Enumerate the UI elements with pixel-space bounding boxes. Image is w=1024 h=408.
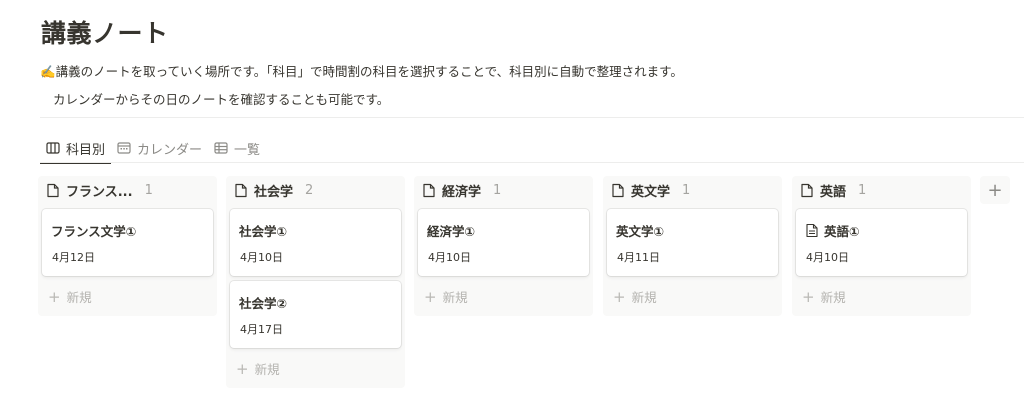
tab-label: 科目別 [66, 142, 106, 158]
tab-label: カレンダー [137, 142, 203, 158]
tab-calendar[interactable]: カレンダー [111, 133, 208, 163]
card-title: 英文学① [616, 224, 665, 239]
board-column: フランス... 1 フランス文学① 4月12日 + 新規 [38, 176, 217, 316]
card-date: 4月10日 [806, 251, 849, 264]
column-title: 社会学 [254, 184, 294, 200]
board-card[interactable]: 英文学① 4月11日 [607, 209, 778, 276]
card-title: 英語① [805, 221, 860, 240]
board-column: 英文学 1 英文学① 4月11日 + 新規 [603, 176, 782, 316]
board-card[interactable]: 社会学① 4月10日 [230, 209, 401, 276]
tab-by-subject[interactable]: 科目別 [40, 133, 112, 164]
new-label: 新規 [820, 290, 846, 305]
board-card[interactable]: 経済学① 4月10日 [418, 209, 589, 276]
board-column: 社会学 2 社会学① 4月10日 社会学② 4月17日 + 新規 [226, 176, 405, 388]
board-column: 経済学 1 経済学① 4月10日 + 新規 [414, 176, 593, 316]
document-icon [612, 183, 624, 197]
tab-list[interactable]: 一覧 [208, 133, 266, 163]
plus-icon: + [236, 359, 249, 378]
page-title: 講義ノート [41, 19, 169, 48]
card-date: 4月10日 [240, 251, 283, 264]
column-count: 1 [144, 182, 153, 198]
document-icon [47, 183, 59, 197]
new-card-button[interactable]: + 新規 [48, 287, 92, 306]
card-title: 社会学① [239, 224, 288, 239]
document-icon [423, 183, 435, 197]
plus-icon: + [802, 287, 815, 306]
card-title: 経済学① [427, 224, 476, 239]
card-date: 4月10日 [428, 251, 471, 264]
column-header[interactable]: 社会学 2 [226, 176, 405, 204]
view-tabs: 科目別 カレンダー 一覧 [40, 133, 266, 164]
column-title: フランス... [66, 184, 133, 200]
new-card-button[interactable]: + 新規 [802, 287, 846, 306]
card-title: 社会学② [239, 296, 288, 311]
column-header[interactable]: 英語 1 [792, 176, 971, 204]
card-date: 4月17日 [240, 323, 283, 336]
new-label: 新規 [442, 290, 468, 305]
column-header[interactable]: 経済学 1 [414, 176, 593, 204]
column-title: 英語 [820, 184, 847, 200]
board-columns-icon [46, 142, 60, 154]
new-card-button[interactable]: + 新規 [424, 287, 468, 306]
column-count: 2 [305, 182, 314, 198]
plus-icon: + [987, 179, 1003, 201]
plus-icon: + [613, 287, 626, 306]
column-title: 英文学 [631, 184, 671, 200]
document-icon [235, 183, 247, 197]
page-text-icon [806, 223, 818, 238]
calendar-icon [117, 142, 131, 154]
card-date: 4月11日 [617, 251, 660, 264]
tab-label: 一覧 [234, 142, 261, 158]
plus-icon: + [48, 287, 61, 306]
document-icon [801, 183, 813, 197]
board-card[interactable]: フランス文学① 4月12日 [42, 209, 213, 276]
divider [40, 117, 1024, 118]
card-date: 4月12日 [52, 251, 95, 264]
board-column: 英語 1 英語① 4月10日 + 新規 [792, 176, 971, 316]
card-title: フランス文学① [51, 224, 137, 239]
new-label: 新規 [66, 290, 92, 305]
column-title: 経済学 [442, 184, 482, 200]
column-header[interactable]: 英文学 1 [603, 176, 782, 204]
board-card[interactable]: 英語① 4月10日 [796, 209, 967, 276]
page-description-line-1: ✍️講義のノートを取っていく場所です。「科目」で時間割の科目を選択することで、科… [40, 64, 683, 79]
new-card-button[interactable]: + 新規 [236, 359, 280, 378]
column-header[interactable]: フランス... 1 [38, 176, 217, 204]
table-icon [214, 142, 228, 154]
column-count: 1 [858, 182, 867, 198]
new-label: 新規 [631, 290, 657, 305]
add-column-button[interactable]: + [980, 176, 1010, 204]
column-count: 1 [493, 182, 502, 198]
column-count: 1 [682, 182, 691, 198]
new-card-button[interactable]: + 新規 [613, 287, 657, 306]
page-description-line-2: カレンダーからその日のノートを確認することも可能です。 [53, 92, 390, 107]
board-card[interactable]: 社会学② 4月17日 [230, 281, 401, 348]
divider [40, 162, 1024, 163]
new-label: 新規 [254, 362, 280, 377]
plus-icon: + [424, 287, 437, 306]
